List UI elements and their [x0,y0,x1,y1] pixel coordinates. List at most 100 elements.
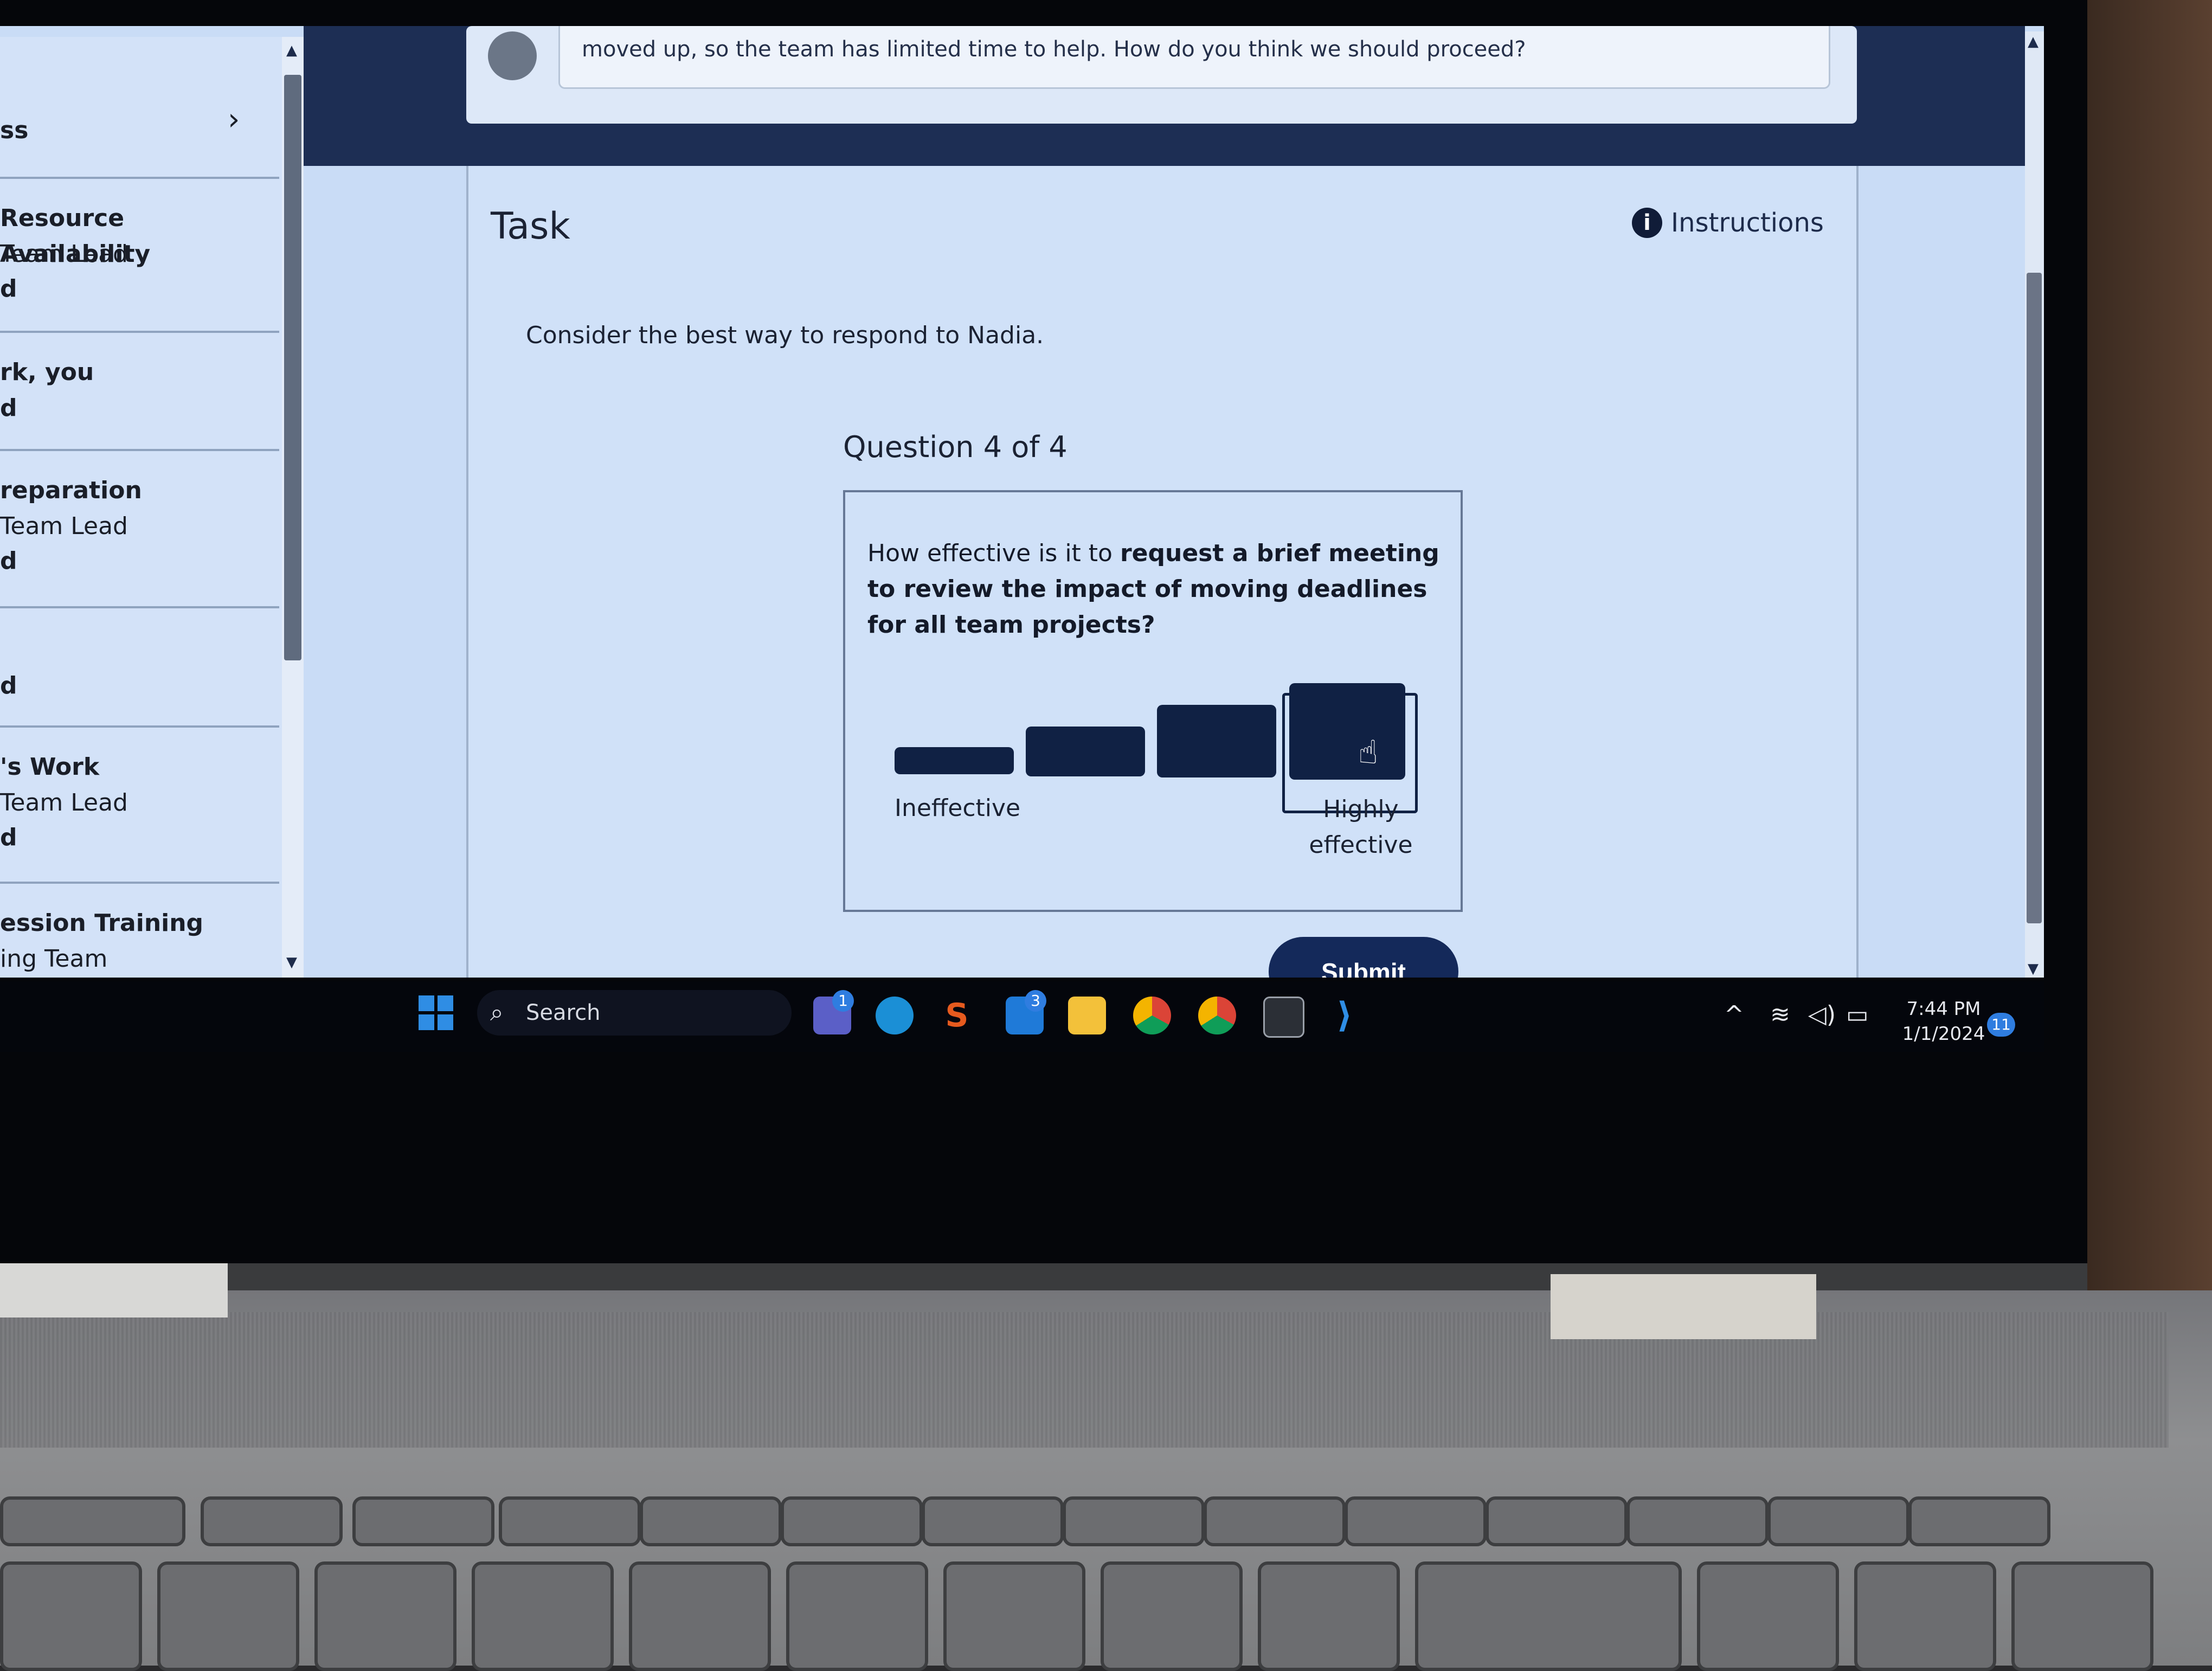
sidebar-item-status: d [0,547,17,575]
keyboard-key [499,1496,641,1546]
keyboard-key [472,1561,614,1671]
rating-option-1[interactable] [895,747,1014,774]
sidebar-item[interactable]: ession Training ing Team [0,884,279,978]
search-placeholder: Search [526,1000,601,1025]
sidebar-item-title: reparation [0,477,142,504]
sidebar-item-status: d [0,672,17,699]
keyboard-key [1767,1496,1909,1546]
sidebar-item-status: d [0,394,17,422]
wifi-icon[interactable]: ≋ [1770,1001,1790,1029]
sidebar-item[interactable]: 's Work Team Lead d [0,728,279,884]
keyboard-key [1908,1496,2050,1546]
keyboard-key [1486,1496,1628,1546]
keyboard-key [1258,1561,1400,1671]
sidebar-item-title: ss [0,117,29,144]
keyboard-key [1415,1561,1682,1671]
keyboard [0,1496,2212,1671]
sidebar-item-role: ing Team [0,945,108,973]
sidebar-item-status: d [0,275,17,303]
sublime-text-icon[interactable]: S [938,997,976,1034]
sidebar-item[interactable]: ss › [0,37,279,179]
keyboard-key [1345,1496,1487,1546]
instructions-label: Instructions [1671,208,1824,238]
scale-high-label: Highly effective [1309,795,1413,859]
question-text-prefix: How effective is it to [867,539,1120,567]
keyboard-key [0,1561,142,1671]
keyboard-key [1626,1496,1769,1546]
keyboard-key [2011,1561,2153,1671]
chevron-right-icon[interactable]: › [228,102,240,138]
taskbar-clock[interactable]: 7:44 PM 1/1/2024 [1898,997,1990,1046]
page-scrollbar-thumb[interactable] [2027,273,2042,923]
sidebar-item-role: Team Lead [0,240,128,268]
task-prompt: Consider the best way to respond to Nadi… [526,322,1044,349]
notification-badge[interactable]: 11 [1987,1013,2015,1037]
sidebar-scrollbar-thumb[interactable] [284,75,301,660]
avatar [488,31,537,80]
question-text: How effective is it to request a brief m… [867,536,1442,643]
sidebar-item[interactable]: Resource Availability Team Lead d [0,179,279,333]
keyboard-key [352,1496,494,1546]
sidebar-item[interactable]: rk, you d [0,333,279,451]
scale-low-label: Ineffective [895,794,1021,822]
keyboard-key [1101,1561,1243,1671]
sidebar-item-title: ession Training [0,909,204,937]
keyboard-key [786,1561,928,1671]
keyboard-key [640,1496,782,1546]
page-title: Task [491,205,570,248]
clock-time: 7:44 PM [1906,998,1981,1020]
keyboard-key [1063,1496,1205,1546]
keyboard-key [629,1561,771,1671]
scroll-up-arrow-icon[interactable]: ▲ [2028,34,2039,50]
hinge-cover-left [0,1263,228,1317]
keyboard-key [314,1561,456,1671]
speaker-grille [0,1312,2169,1448]
chrome-profile-icon[interactable] [1198,997,1236,1034]
rating-option-3[interactable] [1157,705,1276,777]
scroll-down-arrow-icon[interactable]: ▼ [286,954,297,971]
keyboard-key [201,1496,343,1546]
screen: ss › Resource Availability Team Lead d r… [0,26,2044,978]
keyboard-key [157,1561,299,1671]
sidebar-item[interactable]: reparation Team Lead d [0,451,279,608]
mail-badge: 3 [1025,990,1046,1012]
scenario-sidebar: ss › Resource Availability Team Lead d r… [0,37,282,978]
desk-background [2087,0,2212,1301]
sidebar-item-title: rk, you [0,358,94,386]
taskbar-search[interactable]: ⌕ Search [477,990,792,1036]
search-icon: ⌕ [490,999,504,1026]
question-counter: Question 4 of 4 [843,430,1068,464]
chrome-icon[interactable] [1133,997,1171,1034]
chevron-up-icon[interactable]: ^ [1724,1001,1744,1029]
submit-button[interactable]: Submit [1269,937,1458,978]
rating-option-4[interactable] [1289,683,1405,780]
edge-icon[interactable] [876,997,914,1034]
keyboard-key [1854,1561,1996,1671]
hinge-cover-right [1551,1274,1816,1339]
sidebar-item-status: d [0,824,17,851]
keyboard-key [781,1496,923,1546]
vscode-icon[interactable]: ⟩ [1326,997,1364,1034]
sidebar-item[interactable]: d [0,608,279,728]
windows-start-icon[interactable] [419,995,453,1030]
keyboard-key [1204,1496,1346,1546]
info-icon: i [1632,208,1662,238]
keyboard-key [922,1496,1064,1546]
sidebar-item-role: Team Lead [0,789,128,817]
keyboard-key [0,1496,185,1546]
scroll-down-arrow-icon[interactable]: ▼ [2028,961,2039,977]
hand-cursor-icon: ☝ [1358,734,1378,772]
sidebar-item-title: 's Work [0,753,100,781]
instructions-link[interactable]: i Instructions [1632,208,1824,238]
rating-option-2[interactable] [1026,727,1145,776]
keyboard-key [943,1561,1085,1671]
file-explorer-icon[interactable] [1068,997,1106,1034]
battery-icon[interactable]: ▭ [1846,1001,1869,1029]
teams-badge: 1 [832,990,854,1012]
sidebar-item-role: Team Lead [0,512,128,540]
volume-icon[interactable]: ◁) [1808,1001,1836,1029]
keyboard-key [1697,1561,1839,1671]
scroll-up-arrow-icon[interactable]: ▲ [286,42,297,59]
terminal-icon[interactable] [1263,997,1304,1038]
chat-message-bubble: moved up, so the team has limited time t… [558,26,1830,89]
